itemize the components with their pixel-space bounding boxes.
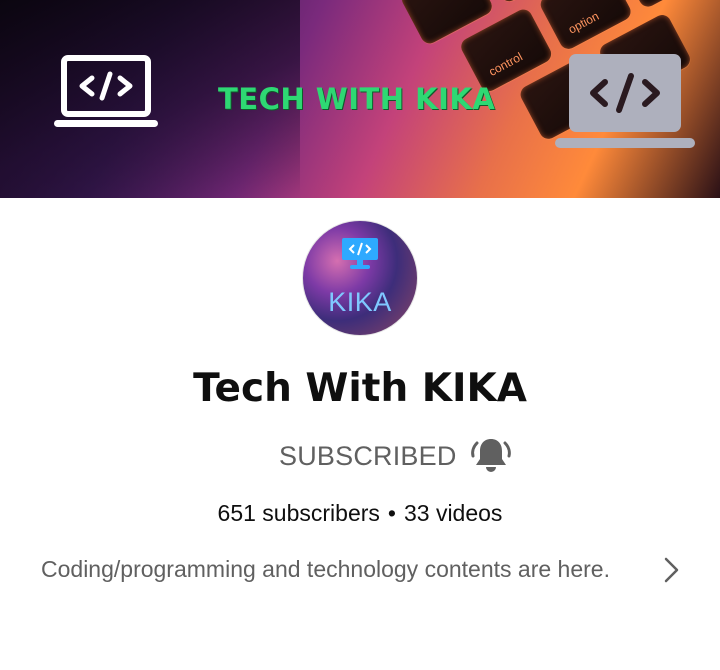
banner-title: TECH WITH KIKA <box>218 82 496 116</box>
description-row[interactable]: Coding/programming and technology conten… <box>0 554 720 588</box>
subscribed-button[interactable]: SUBSCRIBED <box>279 441 457 472</box>
laptop-code-icon-left <box>54 55 158 127</box>
monitor-code-icon <box>342 238 378 269</box>
key-label-option: option <box>565 8 602 37</box>
chevron-right-icon[interactable] <box>660 556 682 584</box>
bell-ringing-icon[interactable] <box>470 435 512 475</box>
stats-separator: • <box>387 500 396 526</box>
subscriber-count: 651 subscribers <box>217 500 380 526</box>
video-count: 33 videos <box>403 500 503 526</box>
channel-stats: 651 subscribers • 33 videos <box>0 500 720 527</box>
avatar-label: KIKA <box>328 287 392 317</box>
channel-name: Tech With KIKA <box>193 366 527 411</box>
key: com <box>617 0 714 10</box>
channel-avatar[interactable]: KIKA <box>302 220 418 336</box>
laptop-code-icon-right <box>555 54 695 148</box>
key-label-control: control <box>486 49 525 79</box>
channel-description: Coding/programming and technology conten… <box>41 556 610 582</box>
channel-banner: control option com TECH WITH KIKA <box>0 0 720 198</box>
subscribe-row: SUBSCRIBED <box>0 433 720 481</box>
